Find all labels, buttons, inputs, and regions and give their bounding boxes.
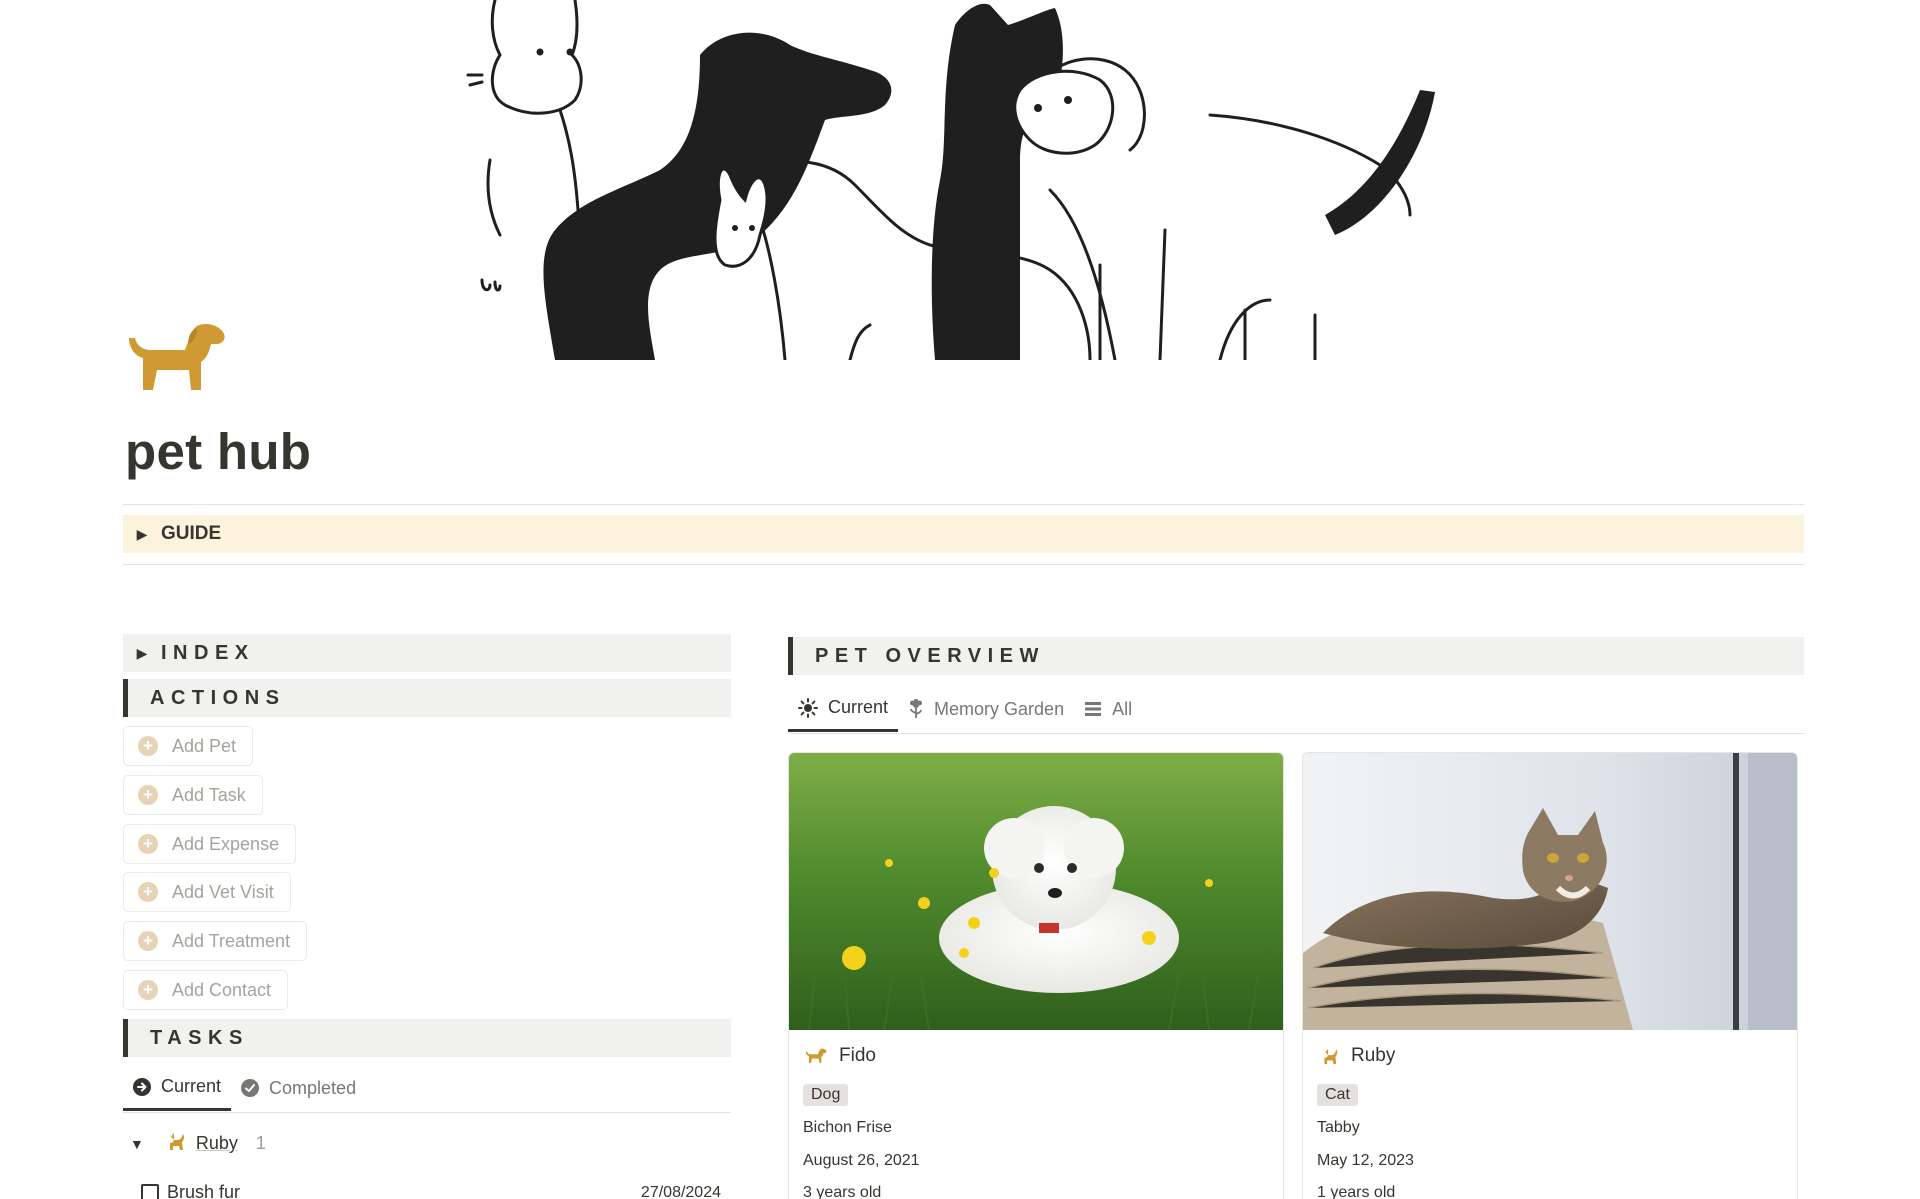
actions-heading: ACTIONS [123,679,731,717]
divider [123,564,1804,565]
guide-label: GUIDE [161,523,222,544]
pet-card-fido[interactable]: Fido Dog Bichon Frise August 26, 2021 3 … [788,752,1284,1199]
species-tag: Cat [1317,1084,1358,1106]
button-label: Add Vet Visit [172,881,274,902]
group-count: 1 [255,1133,266,1153]
tasks-label: TASKS [150,1026,249,1049]
plus-circle-icon: + [138,980,158,1000]
toggle-triangle-icon[interactable]: ▶ [123,526,161,543]
page-cover [0,0,1920,360]
task-group-ruby[interactable]: ▼ Ruby 1 [130,1130,266,1157]
plus-circle-icon: + [138,931,158,951]
pet-name[interactable]: Ruby [1319,1045,1395,1067]
button-label: Add Treatment [172,930,291,951]
actions-label: ACTIONS [150,686,286,709]
index-label: INDEX [161,641,255,664]
tasks-view-tabs: Current Completed [123,1065,366,1111]
pet-photo [1303,753,1797,1030]
page-title: pet hub [125,423,312,480]
list-icon [1084,700,1102,718]
check-circle-icon [241,1079,260,1097]
button-label: Add Task [172,784,246,805]
guide-toggle[interactable]: ▶ GUIDE [123,515,1804,553]
pet-overview-heading: PET OVERVIEW [788,637,1804,675]
index-toggle[interactable]: ▶ INDEX [123,634,731,672]
plus-circle-icon: + [138,834,158,854]
cat-icon [1322,1048,1338,1065]
dog-icon[interactable] [125,318,227,398]
toggle-triangle-down-icon[interactable]: ▼ [130,1136,144,1152]
age-value: 1 years old [1317,1184,1396,1199]
tab-current[interactable]: Current [788,686,899,732]
pet-card-ruby[interactable]: Ruby Cat Tabby May 12, 2023 1 years old [1302,752,1798,1199]
button-label: Add Contact [172,979,272,1000]
overview-view-tabs: Current Memory Garden All [788,686,1142,732]
plus-circle-icon: + [138,736,158,756]
tab-label: All [1112,698,1133,719]
tab-label: Current [828,697,889,717]
pet-name-label: Ruby [1351,1045,1396,1066]
flower-icon [908,699,924,719]
birthday-value: August 26, 2021 [803,1152,920,1169]
species-tag: Dog [803,1084,849,1106]
add-pet-button[interactable]: + Add Pet [123,726,254,766]
pet-illustration-icon [466,0,1435,360]
tabs-divider [123,1112,731,1113]
pet-name[interactable]: Fido [805,1045,876,1067]
arrow-circle-icon [133,1077,151,1096]
age-value: 3 years old [803,1184,882,1199]
breed-value: Tabby [1317,1119,1360,1136]
tab-all[interactable]: All [1074,686,1142,732]
button-label: Add Pet [172,735,237,756]
tab-memory-garden[interactable]: Memory Garden [898,686,1074,732]
tab-completed[interactable]: Completed [231,1065,366,1111]
tab-label: Current [161,1076,222,1096]
pet-name-label: Fido [839,1045,876,1066]
birthday-value: May 12, 2023 [1317,1152,1414,1169]
task-date: 27/08/2024 [640,1183,721,1199]
tab-label: Completed [269,1077,357,1098]
button-label: Add Expense [172,833,280,854]
tasks-heading: TASKS [123,1019,731,1057]
task-checkbox[interactable] [141,1183,159,1199]
add-expense-button[interactable]: + Add Expense [123,824,297,864]
tabs-divider [788,733,1804,734]
group-name: Ruby [195,1133,238,1153]
plus-circle-icon: + [138,785,158,805]
divider [123,504,1804,505]
sun-icon [798,697,818,718]
breed-value: Bichon Frise [803,1119,892,1136]
task-row[interactable]: Brush fur 27/08/2024 [141,1182,721,1199]
add-treatment-button[interactable]: + Add Treatment [123,921,308,961]
add-task-button[interactable]: + Add Task [123,775,263,815]
plus-circle-icon: + [138,882,158,902]
tab-current[interactable]: Current [123,1065,232,1111]
task-title: Brush fur [167,1182,241,1199]
add-contact-button[interactable]: + Add Contact [123,970,289,1010]
pet-photo [789,753,1283,1030]
toggle-triangle-icon[interactable]: ▶ [123,645,161,662]
dog-icon [805,1048,827,1063]
tab-label: Memory Garden [934,698,1065,719]
add-vet-visit-button[interactable]: + Add Vet Visit [123,872,291,912]
pet-overview-label: PET OVERVIEW [815,644,1045,667]
cat-icon [164,1130,186,1157]
